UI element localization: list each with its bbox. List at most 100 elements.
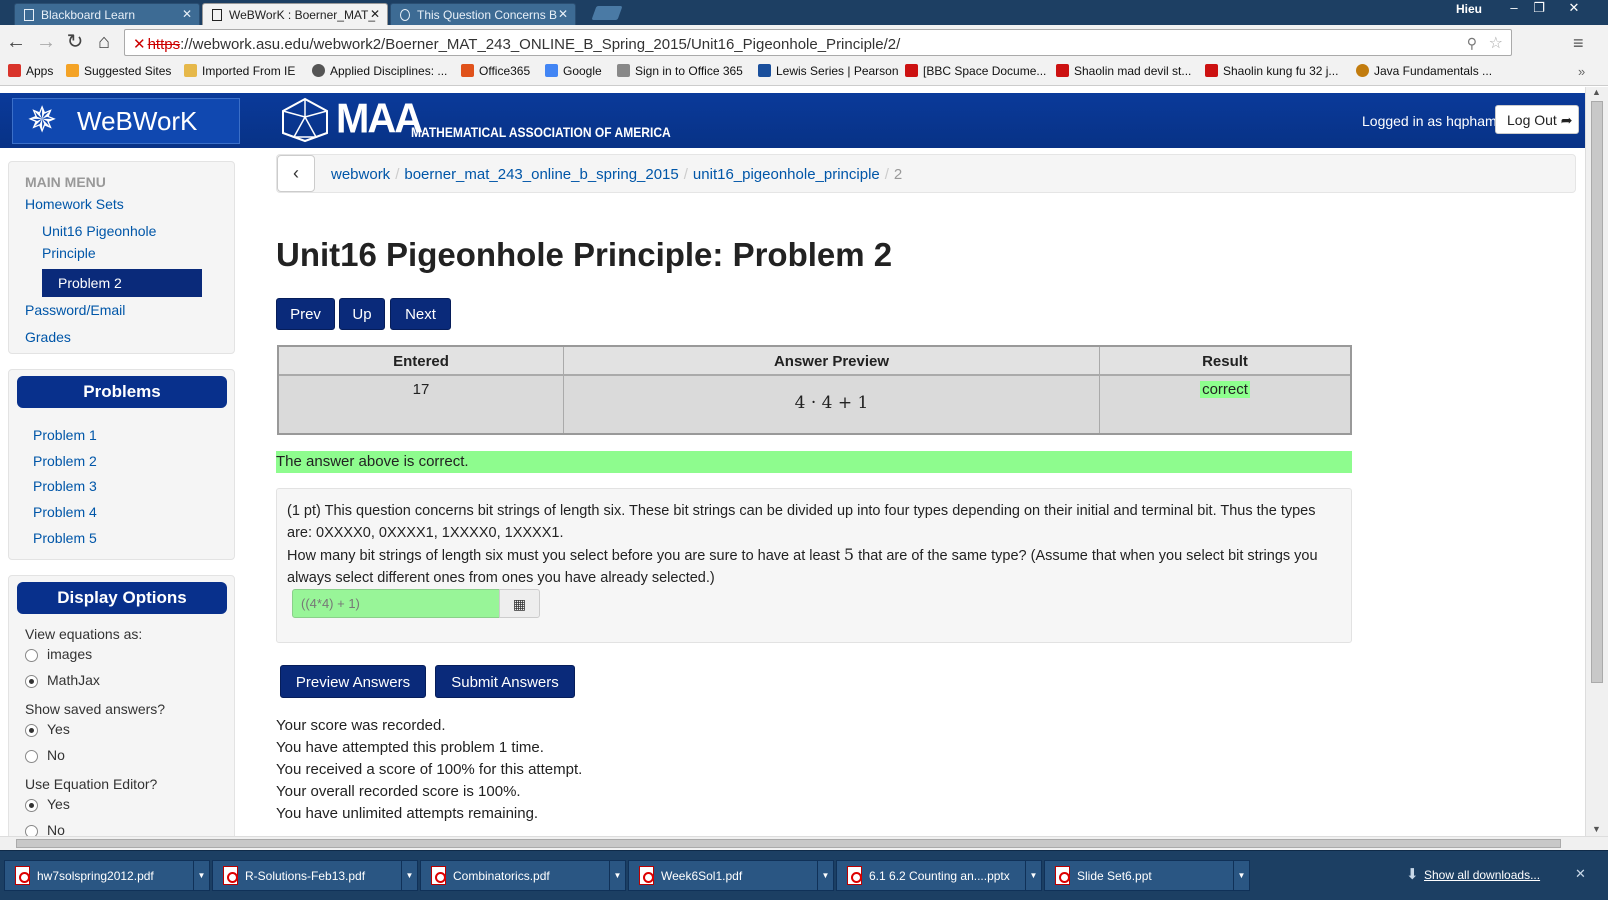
bookmark-label: Shaolin mad devil st... — [1074, 64, 1192, 78]
home-icon[interactable]: ⌂ — [92, 30, 116, 54]
bookmark-java[interactable]: Java Fundamentals ... — [1356, 64, 1492, 78]
close-window-icon[interactable]: ✕ — [1562, 0, 1586, 16]
submit-answers-button[interactable]: Submit Answers — [435, 665, 575, 698]
chrome-menu-icon[interactable]: ≡ — [1573, 33, 1584, 54]
download-menu-icon[interactable]: ▼ — [1233, 861, 1249, 890]
close-download-bar-icon[interactable]: ✕ — [1575, 866, 1586, 882]
bookmark-suggested[interactable]: Suggested Sites — [66, 64, 171, 78]
next-button[interactable]: Next — [390, 298, 451, 330]
pdf-icon — [431, 866, 446, 885]
search-icon[interactable]: ⚲ — [1467, 35, 1477, 52]
breadcrumb-webwork[interactable]: webwork — [331, 166, 390, 183]
preview-answers-button[interactable]: Preview Answers — [280, 665, 426, 698]
password-email-link[interactable]: Password/Email — [25, 302, 125, 318]
download-filename: Combinatorics.pdf — [453, 869, 550, 883]
download-menu-icon[interactable]: ▼ — [193, 861, 209, 890]
download-item-5[interactable]: 6.1 6.2 Counting an....pptx ▼ — [836, 860, 1042, 891]
download-menu-icon[interactable]: ▼ — [1025, 861, 1041, 890]
tab-label: WeBWorK : Boerner_MAT_ — [229, 8, 376, 22]
java-icon — [1356, 64, 1369, 77]
scroll-up-icon[interactable]: ▲ — [1592, 87, 1601, 97]
profile-name[interactable]: Hieu — [1456, 2, 1482, 16]
problem-k: 5 — [843, 545, 855, 564]
horizontal-scrollbar[interactable] — [0, 836, 1608, 850]
tab-question[interactable]: This Question Concerns B ✕ — [390, 3, 576, 25]
problem-link-4[interactable]: Problem 4 — [33, 504, 97, 520]
download-menu-icon[interactable]: ▼ — [401, 861, 417, 890]
set-link-line1[interactable]: Unit16 Pigeonhole — [42, 223, 156, 239]
bookmark-apps[interactable]: Apps — [8, 64, 53, 78]
reload-icon[interactable]: ↻ — [63, 30, 87, 54]
current-problem-link[interactable]: Problem 2 — [42, 269, 202, 297]
radio-saved-no-label: No — [47, 747, 65, 763]
set-link-line2[interactable]: Principle — [42, 245, 96, 261]
download-item-3[interactable]: Combinatorics.pdf ▼ — [420, 860, 626, 891]
bookmark-imported[interactable]: Imported From IE — [184, 64, 295, 78]
minimize-icon[interactable]: ‒ — [1502, 0, 1526, 15]
bookmark-shaolin-devil[interactable]: Shaolin mad devil st... — [1056, 64, 1191, 78]
bookmark-bbc[interactable]: [BBC Space Docume... — [905, 64, 1046, 78]
vertical-scrollbar[interactable]: ▲ ▼ — [1585, 87, 1608, 836]
back-icon[interactable]: ← — [4, 30, 28, 54]
answer-input[interactable]: ((4*4) + 1) — [292, 589, 500, 618]
logout-button[interactable]: Log Out ➦ — [1495, 105, 1579, 134]
forward-icon[interactable]: → — [34, 30, 58, 54]
close-tab-icon[interactable]: ✕ — [182, 7, 192, 21]
result-cell: correct — [1100, 376, 1350, 433]
insecure-lock-icon[interactable]: ✕ — [133, 36, 146, 53]
radio-mathjax[interactable] — [25, 675, 38, 688]
radio-saved-no[interactable] — [25, 750, 38, 763]
up-button[interactable]: Up — [339, 298, 385, 330]
url-text: ://webwork.asu.edu/webwork2/Boerner_MAT_… — [180, 36, 901, 53]
radio-mathjax-label: MathJax — [47, 672, 100, 688]
back-chevron-icon[interactable]: ‹ — [277, 155, 315, 192]
globe-icon — [312, 64, 325, 77]
bookmark-shaolin-kungfu[interactable]: Shaolin kung fu 32 j... — [1205, 64, 1338, 78]
close-tab-icon[interactable]: ✕ — [558, 7, 568, 21]
problem-link-5[interactable]: Problem 5 — [33, 530, 97, 546]
restore-icon[interactable]: ❐ — [1527, 0, 1551, 16]
new-tab-button[interactable] — [591, 6, 623, 20]
tab-blackboard[interactable]: Blackboard Learn ✕ — [14, 3, 200, 25]
bookmark-applied[interactable]: Applied Disciplines: ... — [312, 64, 447, 78]
download-item-2[interactable]: R-Solutions-Feb13.pdf ▼ — [212, 860, 418, 891]
breadcrumb-course[interactable]: boerner_mat_243_online_b_spring_2015 — [404, 166, 678, 183]
youtube-icon — [1056, 64, 1069, 77]
breadcrumb-set[interactable]: unit16_pigeonhole_principle — [693, 166, 880, 183]
equation-editor-grid-icon[interactable]: ▦ — [499, 589, 540, 618]
browser-tab-strip: Blackboard Learn ✕ WeBWorK : Boerner_MAT… — [0, 0, 1608, 25]
radio-saved-yes-label: Yes — [47, 721, 70, 737]
download-menu-icon[interactable]: ▼ — [817, 861, 833, 890]
radio-editor-no[interactable] — [25, 825, 38, 836]
address-bar[interactable]: ✕ https://webwork.asu.edu/webwork2/Boerne… — [124, 29, 1512, 56]
problem-link-3[interactable]: Problem 3 — [33, 478, 97, 494]
show-all-downloads-link[interactable]: Show all downloads... — [1424, 868, 1540, 882]
download-item-1[interactable]: hw7solspring2012.pdf ▼ — [4, 860, 210, 891]
bookmark-label: Apps — [26, 64, 54, 78]
close-tab-icon[interactable]: ✕ — [370, 7, 380, 21]
scroll-down-icon[interactable]: ▼ — [1592, 824, 1601, 834]
problem-link-2[interactable]: Problem 2 — [33, 453, 97, 469]
bookmark-office-signin[interactable]: Sign in to Office 365 — [617, 64, 743, 78]
scrollbar-thumb[interactable] — [1591, 101, 1603, 683]
prev-button[interactable]: Prev — [276, 298, 335, 330]
problem-link-1[interactable]: Problem 1 — [33, 427, 97, 443]
more-bookmarks-icon[interactable]: » — [1578, 64, 1585, 79]
webwork-logo[interactable]: ✵ WeBWorK — [12, 98, 240, 144]
download-menu-icon[interactable]: ▼ — [609, 861, 625, 890]
bookmark-pearson[interactable]: Lewis Series | Pearson — [758, 64, 899, 78]
bookmark-star-icon[interactable]: ☆ — [1489, 33, 1503, 53]
scrollbar-thumb[interactable] — [16, 839, 1561, 848]
radio-saved-yes[interactable] — [25, 724, 38, 737]
download-item-6[interactable]: Slide Set6.ppt ▼ — [1044, 860, 1250, 891]
radio-editor-yes[interactable] — [25, 799, 38, 812]
radio-images[interactable] — [25, 649, 38, 662]
tab-label: This Question Concerns B — [417, 8, 558, 22]
bookmark-office365[interactable]: Office365 — [461, 64, 530, 78]
grades-link[interactable]: Grades — [25, 329, 71, 345]
tab-webwork[interactable]: WeBWorK : Boerner_MAT_ ✕ — [202, 3, 388, 25]
bookmark-google[interactable]: Google — [545, 64, 602, 78]
homework-sets-link[interactable]: Homework Sets — [25, 196, 124, 212]
download-item-4[interactable]: Week6Sol1.pdf ▼ — [628, 860, 834, 891]
bookmark-label: Office365 — [479, 64, 531, 78]
